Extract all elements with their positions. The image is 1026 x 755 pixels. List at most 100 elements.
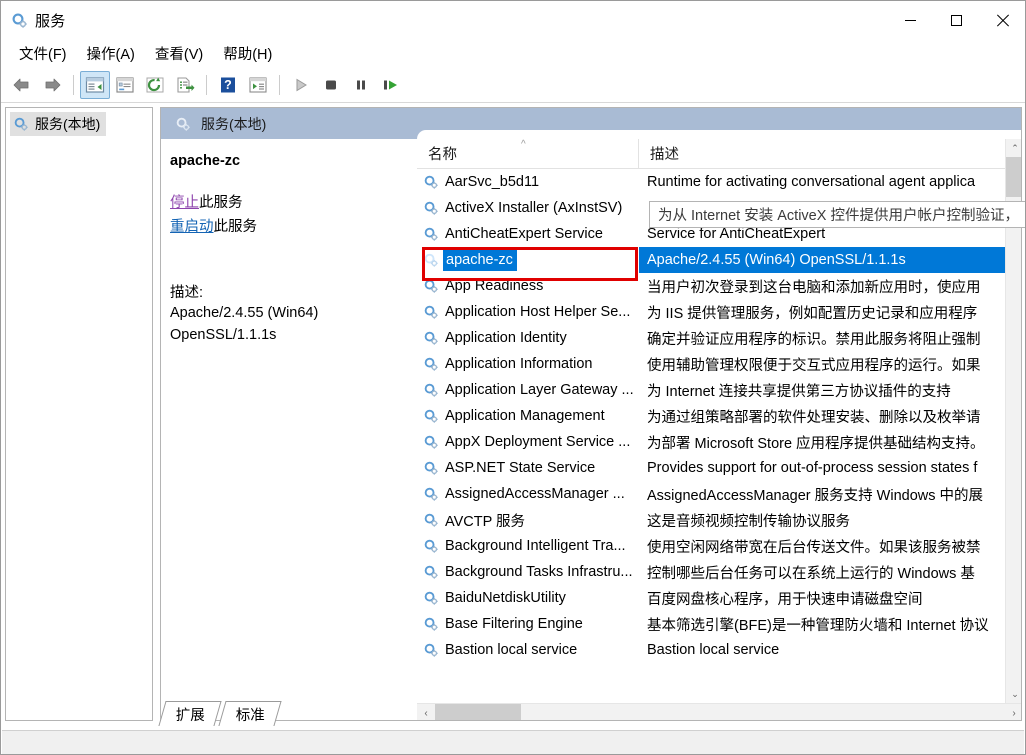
cell-service-name: Bastion local service: [417, 637, 639, 663]
toolbar-refresh[interactable]: [140, 71, 170, 99]
cell-service-description: 为 IIS 提供管理服务，例如配置历史记录和应用程序: [647, 305, 978, 322]
scroll-up-arrow-icon[interactable]: ⌃: [1006, 139, 1021, 157]
toolbar-properties[interactable]: [110, 71, 140, 99]
minimize-icon: [904, 19, 916, 21]
table-row[interactable]: Application Information 使用辅助管理权限便于交互式应用程序…: [417, 351, 1005, 377]
vertical-scroll-thumb[interactable]: [1006, 157, 1021, 197]
table-row[interactable]: AVCTP 服务 这是音频视频控制传输协议服务: [417, 507, 1005, 533]
close-icon: [996, 14, 1009, 27]
close-button[interactable]: [979, 1, 1025, 39]
cell-service-name: AssignedAccessManager ...: [417, 481, 639, 507]
services-gear-icon: [423, 304, 439, 320]
window-controls: [887, 1, 1025, 39]
restart-service-link[interactable]: 重启动: [170, 219, 214, 235]
table-row[interactable]: Base Filtering Engine 基本筛选引擎(BFE)是一种管理防火墙…: [417, 611, 1005, 637]
toolbar-separator-1: [73, 74, 74, 95]
tab-standard[interactable]: 标准: [218, 701, 282, 726]
toolbar-separator-2: [206, 74, 207, 95]
toolbar-back[interactable]: [7, 71, 37, 99]
toolbar-separator-3: [279, 74, 280, 95]
service-name-label: AntiCheatExpert Service: [445, 226, 603, 242]
table-row[interactable]: AssignedAccessManager ... AssignedAccessM…: [417, 481, 1005, 507]
toolbar-export-list[interactable]: [170, 71, 200, 99]
service-name-label: AarSvc_b5d11: [445, 174, 540, 190]
service-name-label: AVCTP 服务: [445, 513, 526, 530]
table-row[interactable]: Application Host Helper Se... 为 IIS 提供管理服…: [417, 299, 1005, 325]
cell-service-description: 使用辅助管理权限便于交互式应用程序的运行。如果: [647, 357, 981, 374]
toolbar-show-action-pane[interactable]: [243, 71, 273, 99]
service-name-label: AppX Deployment Service ...: [445, 434, 631, 450]
stop-service-suffix: 此服务: [199, 195, 243, 211]
table-row[interactable]: AppX Deployment Service ... 为部署 Microsoft…: [417, 429, 1005, 455]
table-row[interactable]: AarSvc_b5d11 Runtime for activating conve…: [417, 169, 1005, 195]
cell-service-name: Base Filtering Engine: [417, 611, 639, 637]
cell-service-description: 控制哪些后台任务可以在系统上运行的 Windows 基: [647, 565, 975, 582]
restart-service-suffix: 此服务: [213, 219, 258, 235]
minimize-button[interactable]: [887, 1, 933, 39]
detail-description-label: 描述:: [170, 285, 204, 301]
list-column-headers: 名称 ^ 描述: [417, 139, 1005, 169]
column-header-description-label: 描述: [650, 147, 679, 163]
maximize-button[interactable]: [933, 1, 979, 39]
list-rows: AarSvc_b5d11 Runtime for activating conve…: [417, 169, 1005, 703]
table-row[interactable]: Application Layer Gateway ... 为 Internet …: [417, 377, 1005, 403]
table-row[interactable]: BaiduNetdiskUtility 百度网盘核心程序，用于快速申请磁盘空间: [417, 585, 1005, 611]
sort-ascending-icon: ^: [521, 139, 526, 150]
tab-extended-label: 扩展: [175, 707, 205, 724]
tree-item-services-local[interactable]: 服务(本地): [10, 112, 107, 136]
service-name-label: Application Layer Gateway ...: [445, 382, 634, 398]
cell-service-description: 基本筛选引擎(BFE)是一种管理防火墙和 Internet 协议: [647, 617, 989, 634]
table-row[interactable]: ASP.NET State Service Provides support fo…: [417, 455, 1005, 481]
show-action-pane-icon: [248, 76, 268, 94]
tab-extended[interactable]: 扩展: [158, 701, 222, 726]
help-icon: ?: [219, 76, 237, 94]
column-header-description[interactable]: 描述: [639, 139, 1005, 168]
cell-service-name: BaiduNetdiskUtility: [417, 585, 639, 611]
cell-service-description: Bastion local service: [647, 642, 780, 658]
table-row[interactable]: Application Identity 确定并验证应用程序的标识。禁用此服务将阻…: [417, 325, 1005, 351]
menu-help[interactable]: 帮助(H): [213, 40, 282, 67]
cell-service-name: Application Identity: [417, 325, 639, 351]
cell-service-name: Application Host Helper Se...: [417, 299, 639, 325]
service-name-label: Application Identity: [445, 330, 567, 346]
table-row[interactable]: Application Management 为通过组策略部署的软件处理安装、删除…: [417, 403, 1005, 429]
table-row[interactable]: apache-zc Apache/2.4.55 (Win64) OpenSSL/1…: [417, 247, 1005, 273]
show-hide-tree-icon: [85, 76, 105, 94]
menu-view[interactable]: 查看(V): [145, 40, 213, 67]
stop-service-link[interactable]: 停止: [170, 195, 199, 211]
services-gear-icon: [13, 116, 29, 132]
services-gear-icon: [423, 590, 439, 606]
detail-description-line-1: Apache/2.4.55 (Win64): [170, 305, 319, 321]
toolbar-show-hide-console-tree[interactable]: [80, 70, 110, 99]
properties-icon: [115, 76, 135, 94]
toolbar-stop-service[interactable]: [316, 71, 346, 99]
services-gear-icon: [423, 382, 439, 398]
cell-service-name: Background Tasks Infrastru...: [417, 559, 639, 585]
table-row[interactable]: App Readiness 当用户初次登录到这台电脑和添加新应用时，使应用: [417, 273, 1005, 299]
menu-file[interactable]: 文件(F): [9, 40, 77, 67]
services-gear-icon: [423, 616, 439, 632]
toolbar-pause-service[interactable]: [346, 71, 376, 99]
table-row[interactable]: Bastion local service Bastion local servi…: [417, 637, 1005, 663]
menu-action[interactable]: 操作(A): [77, 40, 145, 67]
toolbar-help[interactable]: ?: [213, 71, 243, 99]
service-name-label: Background Tasks Infrastru...: [445, 564, 633, 580]
cell-service-description: Provides support for out-of-process sess…: [647, 460, 978, 476]
cell-service-name: Application Management: [417, 403, 639, 429]
cell-service-name: AntiCheatExpert Service: [417, 221, 639, 247]
column-header-name[interactable]: 名称 ^: [417, 139, 639, 168]
table-row[interactable]: Background Tasks Infrastru... 控制哪些后台任务可以在…: [417, 559, 1005, 585]
cell-service-name: AarSvc_b5d11: [417, 169, 639, 195]
svg-text:?: ?: [224, 78, 232, 92]
services-gear-icon: [423, 408, 439, 424]
cell-service-name: App Readiness: [417, 273, 639, 299]
toolbar-restart-service[interactable]: [376, 71, 406, 99]
table-row[interactable]: Background Intelligent Tra... 使用空闲网络带宽在后台…: [417, 533, 1005, 559]
toolbar-forward[interactable]: [37, 71, 67, 99]
cell-service-description: Apache/2.4.55 (Win64) OpenSSL/1.1.1s: [639, 247, 1005, 273]
services-gear-icon: [423, 226, 439, 242]
back-arrow-icon: [12, 77, 32, 93]
toolbar-start-service[interactable]: [286, 71, 316, 99]
cell-service-description: 为通过组策略部署的软件处理安装、删除以及枚举请: [647, 409, 981, 426]
title-bar: 服务: [1, 1, 1025, 39]
